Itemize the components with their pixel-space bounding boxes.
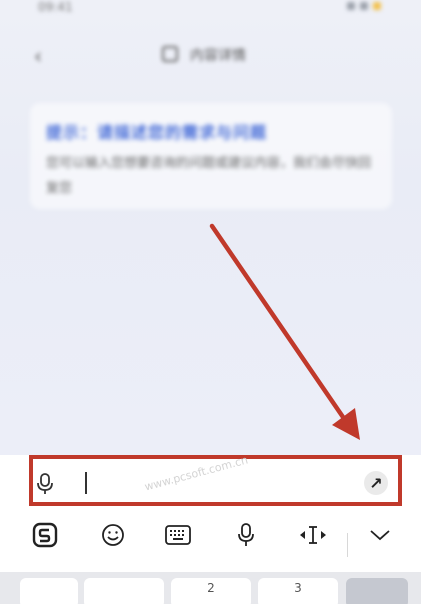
toolbar-divider (347, 533, 348, 557)
page-title-icon (162, 46, 178, 62)
signal-icon (347, 2, 355, 10)
keyboard-key[interactable]: 2 (171, 578, 251, 604)
keyboard-key[interactable] (84, 578, 164, 604)
card-text: 您可以输入您想要咨询的问题或建议内容，我们会尽快回复您 (46, 156, 372, 196)
collapse-keyboard-icon[interactable] (360, 520, 400, 550)
microphone-icon[interactable] (36, 473, 54, 495)
watermark-text: www.pcsoft.com.cn (143, 453, 250, 494)
send-arrow-icon: ↗ (369, 473, 383, 493)
info-card: 提示：请描述您的需求与问题 您可以输入您想要咨询的问题或建议内容，我们会尽快回复… (30, 103, 392, 209)
keyboard-icon[interactable] (158, 520, 198, 550)
message-input-bar[interactable]: www.pcsoft.com.cn ↗ (29, 453, 402, 506)
backspace-key[interactable] (346, 578, 408, 604)
keyboard-key[interactable]: 3 (258, 578, 338, 604)
status-bar: 09:41 (0, 0, 421, 18)
cursor-move-icon[interactable] (293, 520, 333, 550)
text-cursor (85, 472, 87, 494)
soft-keyboard: 2 3 (0, 506, 421, 604)
keyboard-toolbar (0, 506, 421, 568)
status-time: 09:41 (38, 0, 73, 14)
top-bar: ‹ 内容详情 (0, 38, 421, 72)
sogou-logo-icon[interactable] (25, 520, 65, 550)
keyboard-key[interactable] (20, 578, 78, 604)
voice-input-icon[interactable] (226, 520, 266, 550)
keyboard-key-row: 2 3 (0, 572, 421, 604)
app-background: 09:41 ‹ 内容详情 提示：请描述您的需求与问题 您可以输入您想要咨询的问题… (0, 0, 421, 455)
back-arrow-icon[interactable]: ‹ (34, 44, 42, 68)
emoji-icon[interactable] (93, 520, 133, 550)
wifi-icon (360, 2, 368, 10)
send-button[interactable]: ↗ (364, 471, 388, 495)
page-title: 内容详情 (190, 48, 246, 64)
battery-icon (373, 2, 381, 10)
status-icons (347, 2, 381, 10)
card-title: 提示：请描述您的需求与问题 (46, 123, 268, 142)
